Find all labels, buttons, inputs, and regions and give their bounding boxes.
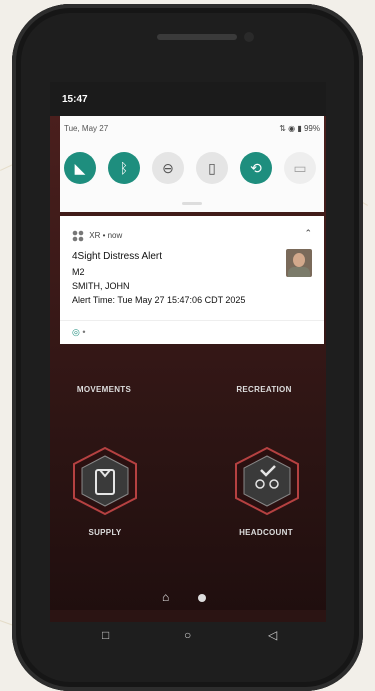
back-icon[interactable]: ◁ — [268, 628, 277, 642]
home-page-icon[interactable]: ⌂ — [162, 590, 169, 604]
notification-title: 4Sight Distress Alert — [72, 251, 163, 262]
home-icon[interactable]: ○ — [184, 628, 191, 642]
divider — [60, 320, 324, 321]
bluetooth-tile[interactable]: ᛒ — [108, 152, 140, 184]
battery-saver-icon: ▭ — [293, 159, 307, 176]
movements-label: MOVEMENTS — [76, 385, 132, 394]
avatar — [286, 249, 312, 277]
auto-rotate-tile[interactable]: ⟲ — [240, 152, 272, 184]
flashlight-icon: ▯ — [208, 159, 216, 176]
headcount-tile[interactable] — [232, 446, 302, 516]
xr-app-icon — [72, 230, 84, 242]
supply-label: SUPPLY — [88, 528, 122, 537]
qs-date: Tue, May 27 — [64, 124, 109, 133]
front-camera — [244, 32, 254, 42]
shade-handle[interactable] — [182, 202, 202, 205]
supply-tile[interactable] — [70, 446, 140, 516]
recents-icon[interactable]: □ — [102, 628, 109, 642]
page-dot[interactable] — [198, 594, 206, 602]
qs-status: ⇅ ◉ ▮ 99% — [279, 124, 320, 133]
auto-rotate-icon: ⟲ — [250, 159, 262, 176]
notification-app-name: XR • now — [89, 231, 123, 241]
flashlight-tile[interactable]: ▯ — [196, 152, 228, 184]
battery-saver-tile[interactable]: ▭ — [284, 152, 316, 184]
do-not-disturb-icon: ⊖ — [162, 159, 174, 176]
alert-source-icon: ◎ — [72, 327, 80, 337]
dnd-tile[interactable]: ⊖ — [152, 152, 184, 184]
collapse-chevron-icon[interactable]: ⌃ — [304, 228, 312, 239]
quick-settings-panel: Tue, May 27 ⇅ ◉ ▮ 99% ◣ ᛒ ⊖ ▯ ⟲ ▭ — [60, 116, 324, 212]
battery-percent: 99% — [303, 124, 320, 133]
earpiece — [157, 34, 237, 40]
status-bar: 15:47 — [50, 82, 326, 116]
notification-name: SMITH, JOHN — [72, 281, 130, 291]
headcount-label: HEADCOUNT — [239, 528, 293, 537]
notification-footer: ◎ • — [72, 327, 86, 337]
notification-alert-time: Alert Time: Tue May 27 15:47:06 CDT 2025 — [72, 295, 246, 305]
dock: ▥ ✚ ⇄ ☑ ⋎ — [50, 610, 326, 622]
notification-card[interactable]: XR • now ⌃ 4Sight Distress Alert M2 SMIT… — [60, 216, 324, 344]
pager: ⌂ — [50, 590, 326, 608]
notification-header: XR • now — [72, 230, 122, 242]
status-time: 15:47 — [62, 94, 88, 105]
notification-unit: M2 — [72, 267, 85, 277]
wifi-icon: ◣ — [74, 159, 86, 176]
system-nav-bar: □ ○ ◁ — [50, 622, 326, 650]
screen: 15:47 SUPPLY HEADCOUNT MOVEMENTS RECREAT… — [50, 82, 326, 622]
bluetooth-icon: ᛒ — [119, 160, 129, 176]
recreation-label: RECREATION — [236, 385, 292, 394]
wifi-tile[interactable]: ◣ — [64, 152, 96, 184]
